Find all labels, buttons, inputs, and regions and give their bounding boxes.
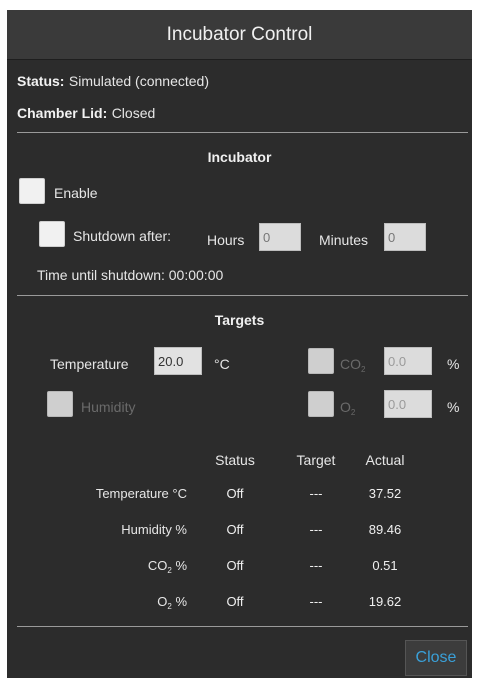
divider — [17, 295, 468, 296]
time-until-shutdown: Time until shutdown: 00:00:00 — [37, 267, 223, 283]
row-target: --- — [309, 558, 323, 573]
chamber-lid-label: Chamber Lid: — [17, 105, 108, 121]
row-label: O2 % — [157, 594, 187, 611]
temperature-target-input[interactable] — [154, 347, 202, 375]
column-header-target: Target — [296, 452, 336, 468]
row-target: --- — [309, 522, 323, 537]
divider — [17, 626, 468, 627]
incubator-section-title: Incubator — [207, 149, 272, 165]
shutdown-after-checkbox[interactable] — [39, 221, 65, 247]
row-actual: 19.62 — [368, 594, 402, 609]
close-button[interactable]: Close — [405, 640, 467, 676]
co2-target-label: CO2 — [340, 356, 366, 374]
row-label: Temperature °C — [95, 486, 187, 501]
o2-target-label: O2 — [340, 399, 356, 417]
co2-unit: % — [447, 356, 460, 372]
status-label: Status: — [17, 73, 65, 89]
co2-target-checkbox[interactable] — [308, 348, 334, 374]
dialog-title: Incubator Control — [7, 10, 472, 60]
temperature-target-label: Temperature — [50, 356, 129, 372]
incubator-control-dialog: Incubator Control Status: Simulated (con… — [7, 10, 472, 678]
row-label: CO2 % — [147, 558, 187, 575]
enable-checkbox[interactable] — [19, 178, 45, 204]
column-header-status: Status — [215, 452, 255, 468]
row-actual: 37.52 — [368, 486, 402, 501]
status-value: Simulated (connected) — [68, 73, 209, 89]
row-actual: 89.46 — [368, 522, 402, 537]
humidity-target-checkbox[interactable] — [47, 391, 73, 417]
row-status: Off — [226, 486, 244, 501]
targets-section-title: Targets — [214, 312, 265, 328]
o2-unit: % — [447, 399, 460, 415]
row-label: Humidity % — [121, 522, 187, 537]
column-header-actual: Actual — [365, 452, 405, 468]
minutes-input[interactable] — [384, 223, 426, 251]
o2-target-checkbox[interactable] — [308, 391, 334, 417]
row-actual: 0.51 — [372, 558, 398, 573]
humidity-target-label: Humidity — [81, 399, 136, 415]
chamber-lid-value: Closed — [111, 105, 156, 121]
row-status: Off — [226, 594, 244, 609]
hours-label: Hours — [207, 232, 245, 248]
enable-label: Enable — [54, 185, 98, 201]
divider — [17, 132, 468, 133]
time-until-shutdown-value: 00:00:00 — [168, 267, 224, 283]
hours-input[interactable] — [259, 223, 301, 251]
time-until-shutdown-label: Time until shutdown: — [37, 267, 165, 283]
chamber-lid-row: Chamber Lid: Closed — [17, 105, 155, 123]
minutes-label: Minutes — [319, 232, 369, 248]
o2-target-input[interactable] — [384, 390, 432, 418]
co2-target-input[interactable] — [384, 347, 432, 375]
temperature-unit: °C — [214, 356, 230, 372]
status-row: Status: Simulated (connected) — [17, 73, 209, 91]
row-status: Off — [226, 522, 244, 537]
row-target: --- — [309, 594, 323, 609]
row-target: --- — [309, 486, 323, 501]
shutdown-after-label: Shutdown after: — [73, 228, 172, 244]
row-status: Off — [226, 558, 244, 573]
